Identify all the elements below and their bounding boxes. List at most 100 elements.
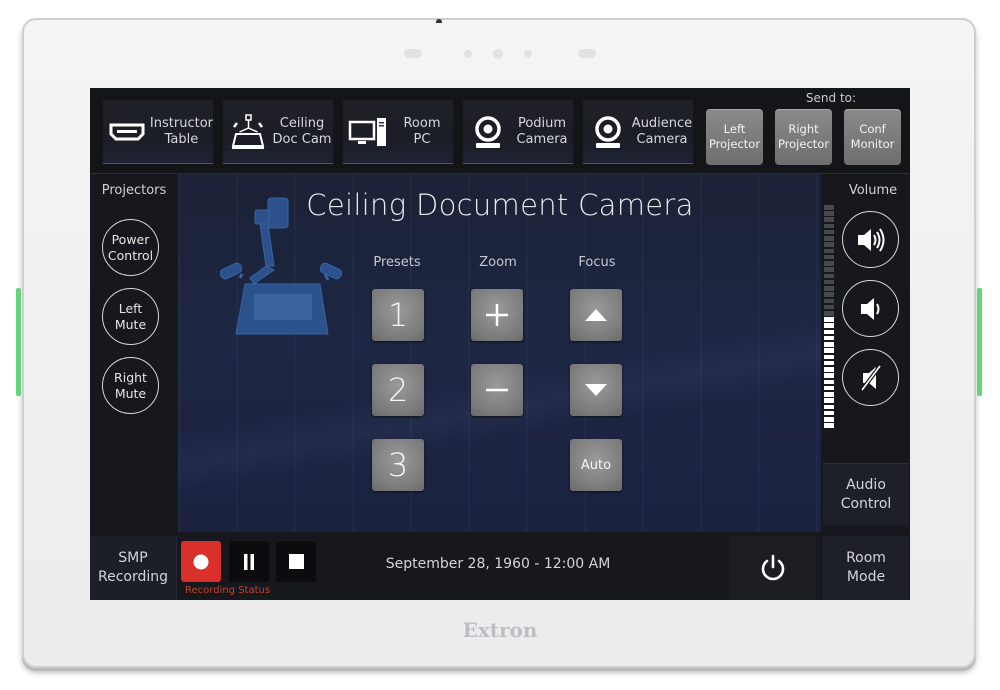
sensor-dot [464, 50, 472, 58]
dest-conf-monitor[interactable]: Conf Monitor [844, 109, 901, 165]
power-icon [761, 554, 785, 581]
desktop-pc-icon [345, 112, 391, 152]
send-to-label: Send to: [805, 91, 857, 105]
record-button[interactable] [181, 541, 221, 582]
zoom-out-button[interactable] [471, 364, 523, 416]
volume-up-icon [857, 227, 884, 252]
projector-right-mute-button[interactable]: Right Mute [102, 357, 159, 414]
volume-meter-segment [824, 310, 834, 316]
front-camera [493, 49, 503, 59]
volume-meter-segment [824, 367, 834, 372]
projector-power-control-button[interactable]: Power Control [102, 219, 159, 276]
zoom-in-button[interactable] [471, 289, 523, 341]
minus-icon [486, 388, 508, 392]
touch-screen: Instructor Table Ceiling Doc Cam Room PC… [90, 88, 910, 600]
volume-meter-segment [824, 298, 834, 304]
volume-meter-segment [824, 286, 834, 291]
stop-button[interactable] [276, 541, 316, 582]
volume-meter-segment [824, 342, 834, 347]
source-instructor-table[interactable]: Instructor Table [103, 100, 213, 164]
volume-meter-segment [824, 273, 834, 279]
stop-icon [288, 554, 304, 569]
source-label: Audience Camera [631, 115, 693, 147]
page-title: Ceiling Document Camera [306, 188, 694, 222]
mute-button[interactable] [842, 349, 899, 406]
volume-meter-segment [824, 360, 834, 366]
volume-meter-segment [824, 223, 834, 229]
led-indicator-left [16, 288, 21, 396]
volume-meter-segment [824, 254, 834, 260]
smp-recording-button[interactable]: SMP Recording [90, 536, 177, 600]
hdmi-icon [105, 112, 150, 152]
sensor-dot [524, 50, 532, 58]
led-indicator-right [977, 288, 982, 396]
volume-meter-segment [824, 329, 834, 335]
volume-meter-segment [824, 423, 834, 428]
volume-meter-segment [824, 379, 834, 385]
volume-meter-segment [824, 416, 834, 422]
source-room-pc[interactable]: Room PC [343, 100, 453, 164]
preset-3-button[interactable]: 3 [372, 439, 424, 491]
projector-left-mute-button[interactable]: Left Mute [102, 288, 159, 345]
sensor-left [404, 49, 422, 58]
volume-meter-segment [824, 392, 834, 397]
system-power-button[interactable] [730, 536, 816, 600]
source-ceiling-doc-cam[interactable]: Ceiling Doc Cam [223, 100, 333, 164]
volume-meter-segment [824, 348, 834, 353]
volume-meter-segment [824, 242, 834, 247]
audio-control-button[interactable]: Audio Control [823, 463, 909, 525]
source-bar: Instructor Table Ceiling Doc Cam Room PC… [90, 88, 910, 174]
volume-meter-segment [824, 385, 834, 391]
preset-1-button[interactable]: 1 [372, 289, 424, 341]
focus-label: Focus [578, 255, 616, 270]
sensor-right [578, 49, 596, 58]
volume-up-button[interactable] [842, 211, 899, 268]
zoom-label: Zoom [479, 255, 517, 270]
webcam-icon [585, 112, 631, 152]
focus-auto-button[interactable]: Auto [570, 439, 622, 491]
volume-meter-segment [824, 304, 834, 310]
source-label: Room PC [403, 115, 441, 147]
volume-meter-segment [824, 229, 834, 235]
pause-icon [244, 553, 254, 570]
projectors-panel: Projectors Power Control Left Mute Right… [90, 175, 178, 532]
triangle-up-icon [585, 309, 607, 321]
source-audience-camera[interactable]: Audience Camera [583, 100, 693, 164]
triangle-down-icon [585, 384, 607, 396]
document-camera-icon [225, 112, 271, 152]
dest-right-projector[interactable]: Right Projector [775, 109, 832, 165]
preset-2-button[interactable]: 2 [372, 364, 424, 416]
volume-meter-segment [824, 211, 834, 216]
volume-meter-segment [824, 236, 834, 241]
plus-icon [486, 304, 508, 326]
volume-meter-segment [824, 398, 834, 403]
mute-icon [859, 364, 882, 391]
volume-meter-segment [824, 317, 834, 322]
volume-meter-segment [824, 205, 834, 210]
volume-meter-segment [824, 267, 834, 272]
dest-left-projector[interactable]: Left Projector [706, 109, 763, 165]
focus-up-button[interactable] [570, 289, 622, 341]
projectors-title: Projectors [101, 183, 167, 198]
volume-meter-segment [824, 410, 834, 416]
volume-down-button[interactable] [842, 280, 899, 337]
volume-meter [824, 205, 834, 428]
volume-meter-segment [824, 335, 834, 341]
volume-meter-segment [824, 404, 834, 410]
source-podium-camera[interactable]: Podium Camera [463, 100, 573, 164]
room-mode-button[interactable]: Room Mode [823, 536, 909, 600]
volume-down-icon [860, 297, 879, 320]
source-label: Podium Camera [516, 115, 568, 147]
volume-meter-segment [824, 354, 834, 360]
volume-meter-segment [824, 292, 834, 297]
volume-meter-segment [824, 373, 834, 378]
brand-logo: Extron [462, 618, 538, 642]
volume-meter-segment [824, 248, 834, 254]
source-label: Instructor Table [149, 115, 213, 147]
volume-meter-segment [824, 217, 834, 223]
volume-meter-segment [824, 279, 834, 285]
pause-button[interactable] [229, 541, 269, 582]
focus-down-button[interactable] [570, 364, 622, 416]
presets-label: Presets [373, 255, 421, 270]
volume-meter-segment [824, 323, 834, 328]
